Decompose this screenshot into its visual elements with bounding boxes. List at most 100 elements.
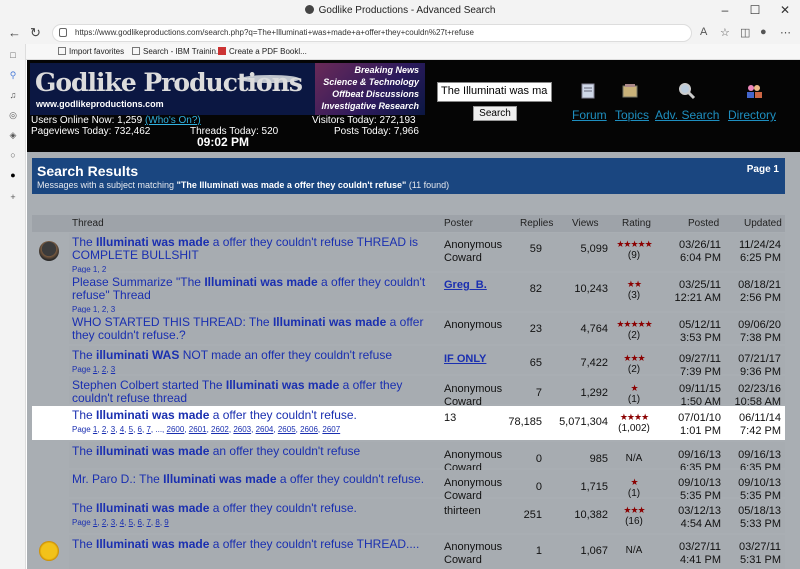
thread-title[interactable]: WHO STARTED THIS THREAD: The Illuminati …: [72, 316, 442, 342]
page-link[interactable]: 2601: [189, 425, 207, 434]
search-icon[interactable]: ⚲: [8, 70, 18, 80]
add-tab-icon[interactable]: +: [8, 192, 18, 202]
page-link[interactable]: 7: [146, 425, 150, 434]
title-text: The: [72, 537, 97, 551]
page-link[interactable]: 2: [102, 518, 106, 527]
column-thread[interactable]: Thread: [72, 218, 104, 229]
views-count: 1,715: [580, 481, 608, 493]
page-link[interactable]: 3: [111, 365, 115, 374]
address-bar[interactable]: https://www.godlikeproductions.com/searc…: [52, 24, 692, 42]
page-label: Page: [72, 365, 91, 374]
bookmark-import-favorites[interactable]: Import favorites: [58, 47, 124, 56]
refresh-icon[interactable]: ↻: [30, 25, 41, 41]
page-link[interactable]: 2602: [211, 425, 229, 434]
subtitle-prefix: Messages with a subject matching: [37, 180, 177, 190]
thread-title[interactable]: Mr. Paro D.: The Illuminati was made a o…: [72, 473, 442, 486]
thread-title[interactable]: The illuminati was made an offer they co…: [72, 445, 442, 458]
site-logo[interactable]: Godlike Productions www.godlikeproductio…: [30, 63, 425, 115]
page-link[interactable]: 2607: [322, 425, 340, 434]
thread-title[interactable]: The Illuminati was made a offer they cou…: [72, 409, 442, 436]
posted-day: 03/26/11: [678, 239, 721, 251]
thread-title[interactable]: Stephen Colbert started The Illuminati w…: [72, 379, 442, 405]
rating-count: N/A: [625, 545, 643, 556]
page-link[interactable]: 4: [120, 518, 124, 527]
updated-day: 02/23/16: [738, 383, 781, 395]
audio-icon[interactable]: ♫: [8, 90, 18, 100]
nav-topics-link[interactable]: Topics: [615, 108, 649, 122]
pdf-icon: [218, 47, 226, 55]
topics-icon[interactable]: [621, 82, 639, 100]
nav-directory-link[interactable]: Directory: [728, 108, 776, 122]
bookmark-ibm-training[interactable]: Search - IBM Trainin...: [132, 47, 223, 56]
favorite-star-icon[interactable]: ☆: [720, 26, 730, 39]
copilot-icon[interactable]: ◈: [8, 130, 18, 140]
whos-on-link[interactable]: (Who's On?): [145, 115, 201, 126]
poster[interactable]: Greg_B.: [444, 279, 509, 292]
column-posted[interactable]: Posted: [688, 218, 719, 229]
column-replies[interactable]: Replies: [520, 218, 553, 229]
page-link[interactable]: 1: [93, 518, 97, 527]
page-link[interactable]: 1: [93, 425, 97, 434]
globe-icon[interactable]: ◎: [8, 110, 18, 120]
nav-adv-search-link[interactable]: Adv. Search: [655, 108, 719, 122]
extension-icon[interactable]: ○: [8, 150, 18, 160]
column-poster[interactable]: Poster: [444, 218, 473, 229]
bookmark-pdf-booklet[interactable]: Create a PDF Bookl...: [218, 47, 307, 56]
tabs-icon[interactable]: □: [8, 50, 18, 60]
profile-avatar[interactable]: ●: [760, 26, 767, 38]
maximize-button[interactable]: ☐: [740, 3, 770, 17]
page-link[interactable]: 8: [155, 518, 159, 527]
column-views[interactable]: Views: [572, 218, 599, 229]
page-link[interactable]: 6: [138, 518, 142, 527]
page-link[interactable]: 7: [146, 518, 150, 527]
page-icon: [132, 47, 140, 55]
updated-time: 5:33 PM: [740, 518, 781, 530]
directory-icon[interactable]: [745, 82, 763, 100]
page-link[interactable]: 2605: [278, 425, 296, 434]
poster[interactable]: IF ONLY: [444, 353, 509, 366]
page-link[interactable]: 2: [102, 365, 106, 374]
column-rating[interactable]: Rating: [622, 218, 651, 229]
search-input[interactable]: The Illuminati was ma: [437, 82, 552, 102]
url-text[interactable]: https://www.godlikeproductions.com/searc…: [75, 28, 474, 37]
page-link[interactable]: 4: [120, 425, 124, 434]
thread-title[interactable]: The Illuminati was made a offer they cou…: [72, 502, 442, 529]
page-link[interactable]: 2604: [256, 425, 274, 434]
table-row: WHO STARTED THIS THREAD: The Illuminati …: [32, 313, 785, 344]
page-link[interactable]: 2606: [300, 425, 318, 434]
page-link[interactable]: 9: [164, 518, 168, 527]
more-menu-icon[interactable]: ⋯: [780, 26, 791, 39]
back-icon[interactable]: ←: [8, 25, 21, 40]
thread-title[interactable]: Please Summarize "The Illuminati was mad…: [72, 276, 442, 316]
nav-forum-link[interactable]: Forum: [572, 108, 607, 122]
table-row: The Illuminati was made a offer they cou…: [32, 406, 785, 440]
rating-stars: ★★★★★: [616, 319, 652, 329]
close-button[interactable]: ✕: [770, 3, 800, 17]
posted-time: 4:41 PM: [680, 554, 721, 566]
page-link[interactable]: 2600: [167, 425, 185, 434]
replies-count: 1: [535, 545, 542, 557]
read-aloud-icon[interactable]: A: [700, 26, 707, 38]
magnifier-icon[interactable]: [678, 82, 696, 100]
page-link[interactable]: 5: [129, 425, 133, 434]
forum-icon[interactable]: [579, 82, 597, 100]
page-link[interactable]: 5: [129, 518, 133, 527]
page-link[interactable]: 3: [111, 425, 115, 434]
page-link[interactable]: 2603: [233, 425, 251, 434]
title-text: a offer they couldn't refuse.: [209, 501, 357, 515]
page-link[interactable]: 6: [138, 425, 142, 434]
thread-title[interactable]: The Illuminati was made a offer they cou…: [72, 538, 442, 551]
page-link[interactable]: 2: [102, 425, 106, 434]
page-link[interactable]: 1: [93, 365, 97, 374]
active-tab-icon[interactable]: ●: [8, 170, 18, 180]
rating-count: (3): [627, 290, 641, 301]
thread-title[interactable]: The illuminati WAS NOT made an offer the…: [72, 349, 442, 376]
thread-title[interactable]: The Illuminati was made a offer they cou…: [72, 236, 442, 276]
page-link[interactable]: 3: [111, 518, 115, 527]
views-count: 7,422: [580, 357, 608, 369]
collections-icon[interactable]: ◫: [740, 26, 750, 39]
minimize-button[interactable]: –: [710, 3, 740, 17]
column-updated[interactable]: Updated: [744, 218, 782, 229]
replies-count: 251: [523, 509, 542, 521]
search-button[interactable]: Search: [473, 106, 517, 121]
